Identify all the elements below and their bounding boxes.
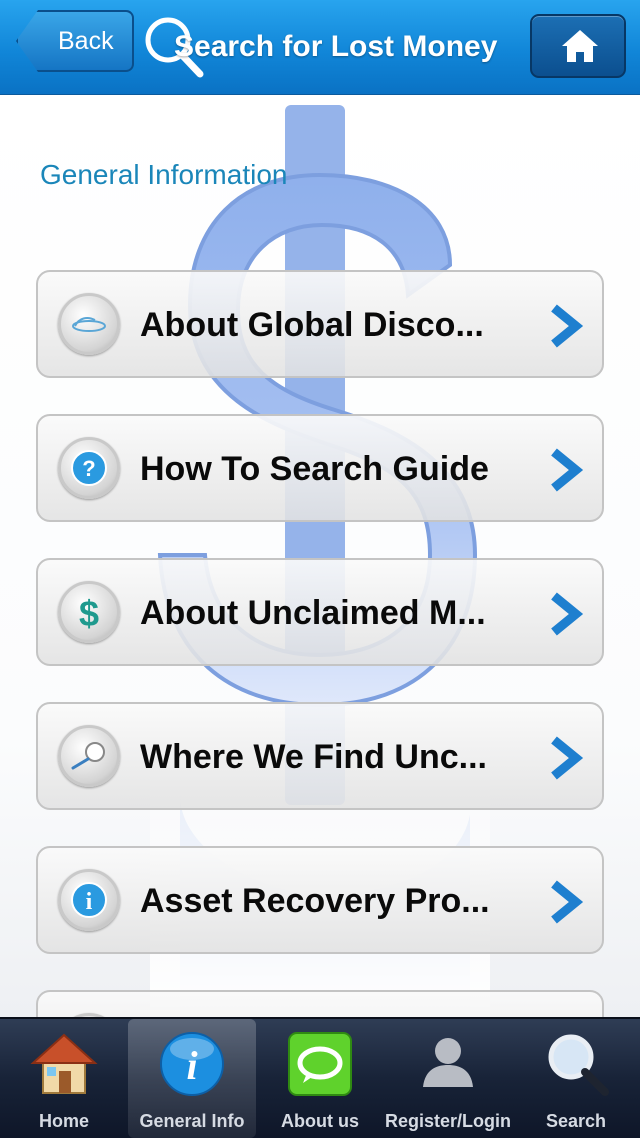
app-title: Search for Lost Money bbox=[142, 10, 512, 80]
list-item-label: About Unclaimed M... bbox=[140, 594, 486, 632]
svg-text:i: i bbox=[86, 889, 93, 915]
svg-text:i: i bbox=[186, 1043, 197, 1088]
list-item-label: About Global Disco... bbox=[140, 306, 484, 344]
info-icon: i bbox=[160, 1032, 224, 1096]
list-item-label: Where We Find Unc... bbox=[140, 738, 487, 776]
home-button[interactable] bbox=[530, 14, 626, 78]
tab-bar: Home i General Info About us Register/Lo… bbox=[0, 1017, 640, 1138]
svg-text:$: $ bbox=[79, 593, 99, 634]
list-item-label: How To Search Guide bbox=[140, 450, 489, 488]
tab-label: Search bbox=[545, 1111, 607, 1131]
chat-icon bbox=[288, 1032, 352, 1096]
list-item-about-unclaimed[interactable]: $ About Unclaimed M... bbox=[36, 558, 604, 666]
svg-text:?: ? bbox=[82, 456, 95, 481]
tab-register-login[interactable]: Register/Login bbox=[384, 1019, 512, 1138]
chevron-right-icon bbox=[551, 880, 584, 924]
list-item-asset-recovery[interactable]: i Asset Recovery Pro... bbox=[36, 846, 604, 954]
list-item-where-we-find[interactable]: Where We Find Unc... bbox=[36, 702, 604, 810]
info-icon: i bbox=[58, 869, 120, 931]
list-item-label: Asset Recovery Pro... bbox=[140, 882, 490, 920]
dollar-icon: $ bbox=[58, 581, 120, 643]
chevron-right-icon bbox=[551, 304, 584, 348]
tab-home[interactable]: Home bbox=[0, 1019, 128, 1138]
chevron-right-icon bbox=[551, 736, 584, 780]
globe-icon bbox=[58, 293, 120, 355]
tab-label: Register/Login bbox=[384, 1111, 511, 1131]
list-item-partial[interactable] bbox=[36, 990, 604, 1017]
nav-bar: Back Search for Lost Money bbox=[0, 0, 640, 95]
list-item-about-global[interactable]: About Global Disco... bbox=[36, 270, 604, 378]
search-icon bbox=[548, 1034, 609, 1096]
tab-label: Home bbox=[38, 1111, 89, 1131]
tab-label: General Info bbox=[139, 1111, 245, 1131]
back-button[interactable]: Back bbox=[16, 10, 134, 72]
question-icon: ? bbox=[58, 437, 120, 499]
chevron-right-icon bbox=[551, 592, 584, 636]
tab-label: About us bbox=[281, 1111, 359, 1131]
chevron-right-icon bbox=[551, 448, 584, 492]
tab-about-us[interactable]: About us bbox=[256, 1019, 384, 1138]
main-content: General Information About Global Disco..… bbox=[0, 95, 640, 1017]
tab-general-info[interactable]: i General Info bbox=[128, 1019, 256, 1138]
section-title: General Information bbox=[40, 159, 288, 190]
tab-search[interactable]: Search bbox=[512, 1019, 640, 1138]
user-icon bbox=[423, 1038, 473, 1087]
back-button-label: Back bbox=[58, 27, 114, 55]
house-icon bbox=[30, 1033, 98, 1094]
list-item-how-to-search[interactable]: ? How To Search Guide bbox=[36, 414, 604, 522]
page-title: Search for Lost Money bbox=[174, 30, 498, 63]
home-icon bbox=[562, 30, 598, 62]
magnifier-icon bbox=[58, 725, 120, 787]
